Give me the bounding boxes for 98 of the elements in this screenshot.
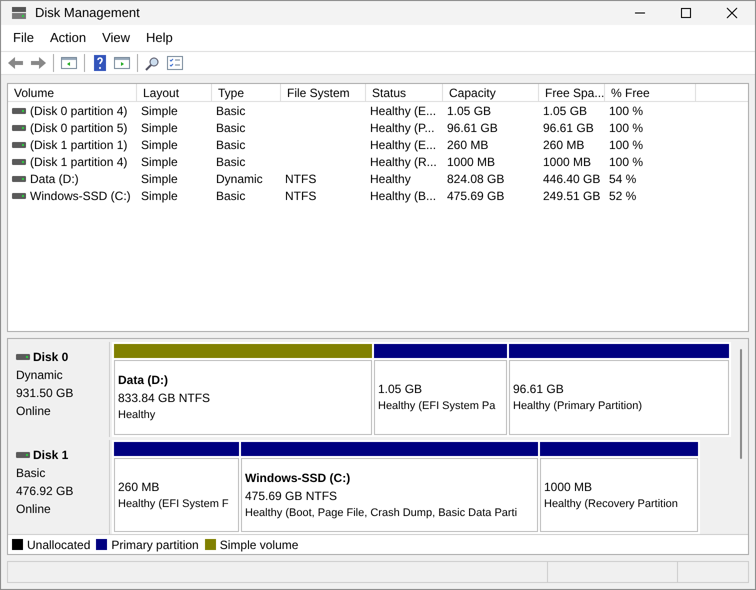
table-cell-text: (Disk 1 partition 4) <box>30 154 128 170</box>
disk-status: Online <box>16 403 52 420</box>
table-cell-text: 260 MB <box>543 136 584 154</box>
back-arrow-icon[interactable] <box>7 55 25 71</box>
column-header[interactable]: Capacity <box>443 84 539 101</box>
table-cell-text: Windows-SSD (C:) <box>30 188 131 204</box>
disk-drive-icon <box>12 192 26 200</box>
table-cell-text: 96.61 GB <box>447 120 498 136</box>
partition-name: Data (D:) <box>118 372 169 389</box>
disk-type: Dynamic <box>16 367 64 384</box>
partition-size: 1000 MB <box>544 478 594 496</box>
table-cell-text: Healthy (E... <box>370 102 436 120</box>
table-cell-text: 100 % <box>609 136 644 154</box>
table-cell-text: 475.69 GB <box>447 188 504 204</box>
table-cell-text: 100 % <box>609 154 644 170</box>
table-cell-text: Simple <box>141 136 178 154</box>
table-cell-text: NTFS <box>285 170 316 188</box>
table-cell-text: Basic <box>216 136 246 154</box>
table-cell-text: Healthy (R... <box>370 154 437 170</box>
panel-icon[interactable] <box>113 55 131 71</box>
disk-drive-icon <box>12 124 26 132</box>
table-cell-text: Simple <box>141 188 178 204</box>
table-cell-text: Healthy (B... <box>370 188 436 204</box>
disk-name: Disk 0 <box>33 349 68 366</box>
table-cell-text: 1000 MB <box>447 154 496 170</box>
menu-item[interactable]: Help <box>138 27 181 49</box>
table-cell-text: 260 MB <box>447 136 488 154</box>
table-cell-text: Dynamic <box>216 170 263 188</box>
legend-label: Unallocated <box>27 536 90 554</box>
column-header[interactable]: Free Spa... <box>539 84 605 101</box>
table-cell-text: 1000 MB <box>543 154 592 170</box>
table-cell-text: 54 % <box>609 170 636 188</box>
table-cell-text: 249.51 GB <box>543 188 600 204</box>
partition-status: Healthy <box>118 408 156 423</box>
table-cell-text: Data (D:) <box>30 170 79 188</box>
partition-status: Healthy (EFI System F <box>118 496 230 512</box>
menu-item[interactable]: View <box>94 27 138 49</box>
legend-label: Simple volume <box>220 536 298 554</box>
disk-status: Online <box>16 500 52 518</box>
scrollbar[interactable] <box>734 339 748 534</box>
table-cell-text: 824.08 GB <box>447 170 504 188</box>
disk-drive-icon <box>16 450 30 458</box>
window-title: Disk Management <box>35 4 140 22</box>
partition-status: Healthy (Primary Partition) <box>513 399 643 414</box>
table-cell-text: 446.40 GB <box>543 170 600 188</box>
table-cell-text: Healthy (E... <box>370 136 436 154</box>
table-cell-text: 100 % <box>609 120 644 136</box>
table-cell-text: NTFS <box>285 188 316 204</box>
menu-item[interactable]: Action <box>42 27 94 49</box>
disk-management-icon <box>11 6 27 20</box>
table-cell-text: Basic <box>216 154 246 170</box>
disk-type: Basic <box>16 464 46 482</box>
column-header[interactable]: Layout <box>137 84 212 101</box>
menu-item[interactable]: File <box>5 27 42 49</box>
table-cell-text: 96.61 GB <box>543 120 594 136</box>
partition-status: Healthy (EFI System Pa <box>378 399 496 414</box>
disk-name: Disk 1 <box>33 446 68 464</box>
table-cell-text: 52 % <box>609 188 636 204</box>
partition-status: Healthy (Recovery Partition <box>544 496 679 512</box>
table-cell-text: Healthy <box>370 170 411 188</box>
column-header[interactable]: Volume <box>8 84 137 101</box>
column-header[interactable]: % Free <box>605 84 696 101</box>
partition-size: 475.69 GB NTFS <box>245 488 338 504</box>
column-header[interactable]: File System <box>281 84 366 101</box>
partition-name: Windows-SSD (C:) <box>245 470 352 486</box>
disk-size: 931.50 GB <box>16 385 74 402</box>
table-cell-text: Basic <box>216 188 246 204</box>
disk-drive-icon <box>16 353 30 361</box>
checklist-icon[interactable] <box>166 55 184 71</box>
table-cell-text: Basic <box>216 102 246 120</box>
table-cell-text: (Disk 0 partition 5) <box>30 120 128 136</box>
table-cell-text: (Disk 1 partition 1) <box>30 136 128 154</box>
help-icon[interactable] <box>91 55 109 71</box>
table-cell-text: Simple <box>141 120 178 136</box>
table-cell-text: Healthy (P... <box>370 120 434 136</box>
table-cell-text: Simple <box>141 102 178 120</box>
table-cell-text: Simple <box>141 170 178 188</box>
table-cell-text: Basic <box>216 120 246 136</box>
panel-icon[interactable] <box>60 55 78 71</box>
table-cell-text: 100 % <box>609 102 644 120</box>
legend-label: Primary partition <box>111 536 199 554</box>
partition-size: 260 MB <box>118 478 160 496</box>
forward-arrow-icon[interactable] <box>29 55 47 71</box>
disk-drive-icon <box>12 174 26 182</box>
partition-size: 96.61 GB <box>513 381 565 398</box>
disk-drive-icon <box>12 158 26 166</box>
disk-drive-icon <box>12 106 26 114</box>
table-cell-text: 1.05 GB <box>543 102 588 120</box>
disk-drive-icon <box>12 140 26 148</box>
disk-size: 476.92 GB <box>16 482 74 500</box>
table-cell-text: Simple <box>141 154 178 170</box>
column-header[interactable]: Status <box>366 84 443 101</box>
partition-size: 833.84 GB NTFS <box>118 390 212 407</box>
column-header[interactable]: Type <box>212 84 281 101</box>
partition-size: 1.05 GB <box>378 381 424 398</box>
partition-status: Healthy (Boot, Page File, Crash Dump, Basic Data Parti <box>245 506 518 520</box>
table-cell-text: (Disk 0 partition 4) <box>30 102 128 120</box>
table-cell-text: 1.05 GB <box>447 102 492 120</box>
